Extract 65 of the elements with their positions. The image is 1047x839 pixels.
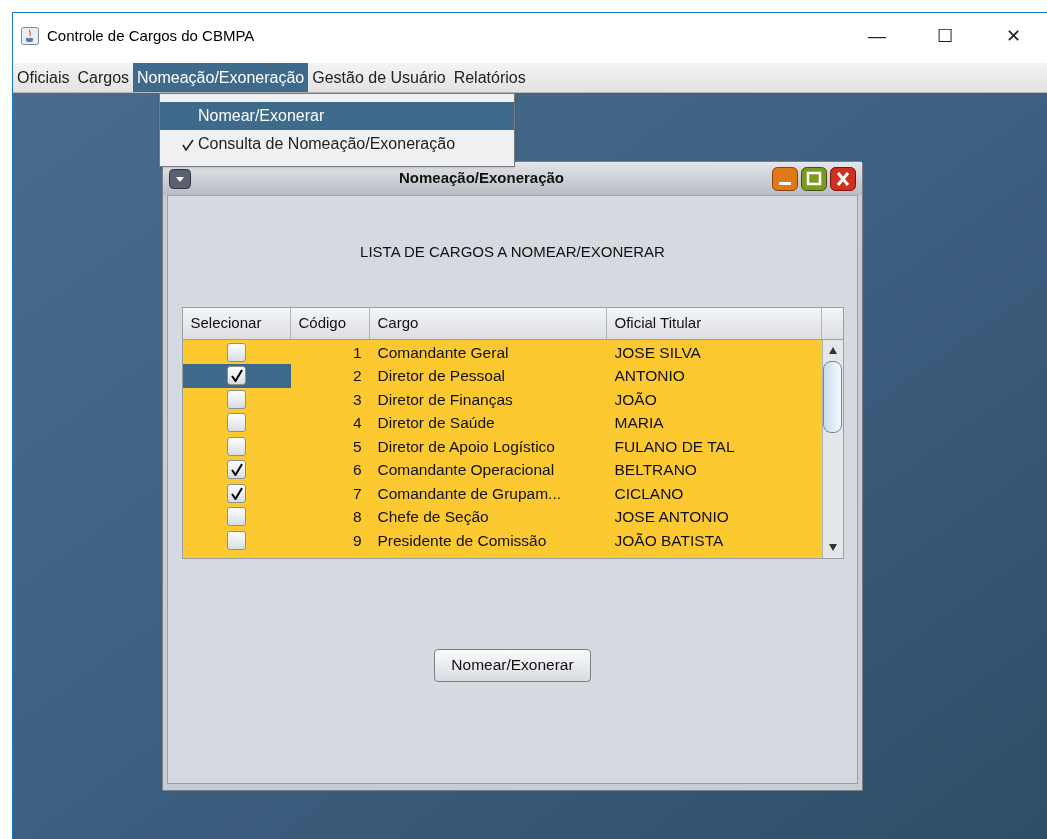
menu-item[interactable]: Nomear/Exonerar [160,102,514,130]
checkbox[interactable] [227,342,246,362]
minimize-button[interactable] [772,166,798,191]
close-button[interactable]: ✕ [979,13,1047,59]
scrollbar[interactable] [821,339,843,558]
table-cell-text: Diretor de Apoio Logístico [376,436,556,457]
table-cell[interactable] [182,364,291,388]
checkbox[interactable] [227,460,246,480]
table-cell-text: CICLANO [613,483,685,504]
scroll-up-icon[interactable] [827,345,838,355]
menu-item[interactable]: Nomeação/Exoneração [133,63,309,92]
checkbox[interactable] [227,530,246,550]
table-cell-text: 1 [351,342,363,363]
frame-menu-icon[interactable] [169,168,191,189]
checkbox[interactable] [227,436,246,456]
column-header[interactable]: Selecionar [182,307,291,339]
menu-item-label: Consulta de Nomeação/Exoneração [198,134,456,154]
checkbox[interactable] [227,413,246,433]
table-cell-text: Diretor de Pessoal [376,366,506,387]
table-cell-text: JOÃO [613,389,658,410]
table-cell-text: 6 [351,460,363,481]
table-cell-text: Diretor de Finanças [376,389,514,410]
column-header[interactable]: Oficial Titular [606,307,822,339]
scroll-down-icon[interactable] [827,542,838,552]
window-title: Controle de Cargos do CBMPA [47,25,255,46]
maximize-button[interactable] [801,166,827,191]
checkbox[interactable] [227,507,246,527]
table-cell-text: Diretor de Saúde [376,413,496,434]
table-cell-text: ANTONIO [613,366,686,387]
table-cell-text: Comandante Operacional [376,460,556,481]
table-cell-text: 4 [351,413,363,434]
table-cell-text: 3 [351,389,363,410]
menu-item[interactable]: Cargos [73,63,134,92]
java-cup-icon [21,27,39,45]
table-cell-text: 2 [351,366,363,387]
table-cell-text: BELTRANO [613,460,698,481]
table-cell-text: 7 [351,483,363,504]
table-cell-text: 5 [351,436,363,457]
table-cell-text: FULANO DE TAL [613,436,736,457]
section-heading: LISTA DE CARGOS A NOMEAR/EXONERAR [360,242,665,262]
table-cell-text: Comandante de Grupam... [376,483,563,504]
table-cell-text: JOSE ANTONIO [613,507,730,528]
column-header[interactable]: Cargo [369,307,607,339]
maximize-button[interactable]: ☐ [911,13,979,59]
table-cell-text: Chefe de Seção [376,507,490,528]
close-button[interactable] [830,166,856,191]
checkbox[interactable] [227,389,246,409]
menu-item[interactable]: Oficiais [13,63,74,92]
table-cell-text: Presidente de Comissão [376,530,548,551]
menu-item[interactable]: Consulta de Nomeação/Exoneração [160,130,514,158]
table-cell-text: MARIA [613,413,665,434]
menu-item-label: Nomear/Exonerar [198,106,325,126]
menu-item[interactable]: Relatórios [449,63,530,92]
submit-button[interactable]: Nomear/Exonerar [434,648,591,682]
menu-item[interactable]: Gestão de Usuário [308,63,450,92]
minimize-button[interactable]: — [843,13,911,59]
table-cell-text: 9 [351,530,363,551]
table-cell-text: 8 [351,507,363,528]
checkbox[interactable] [227,366,246,386]
table-cell-text: JOÃO BATISTA [613,530,725,551]
checkbox[interactable] [227,483,246,503]
table-cell-text: Comandante Geral [376,342,510,363]
frame-title: Nomeação/Exoneração [397,168,566,189]
table-cell-text: JOSE SILVA [613,342,702,363]
column-header[interactable]: Código [290,307,370,339]
